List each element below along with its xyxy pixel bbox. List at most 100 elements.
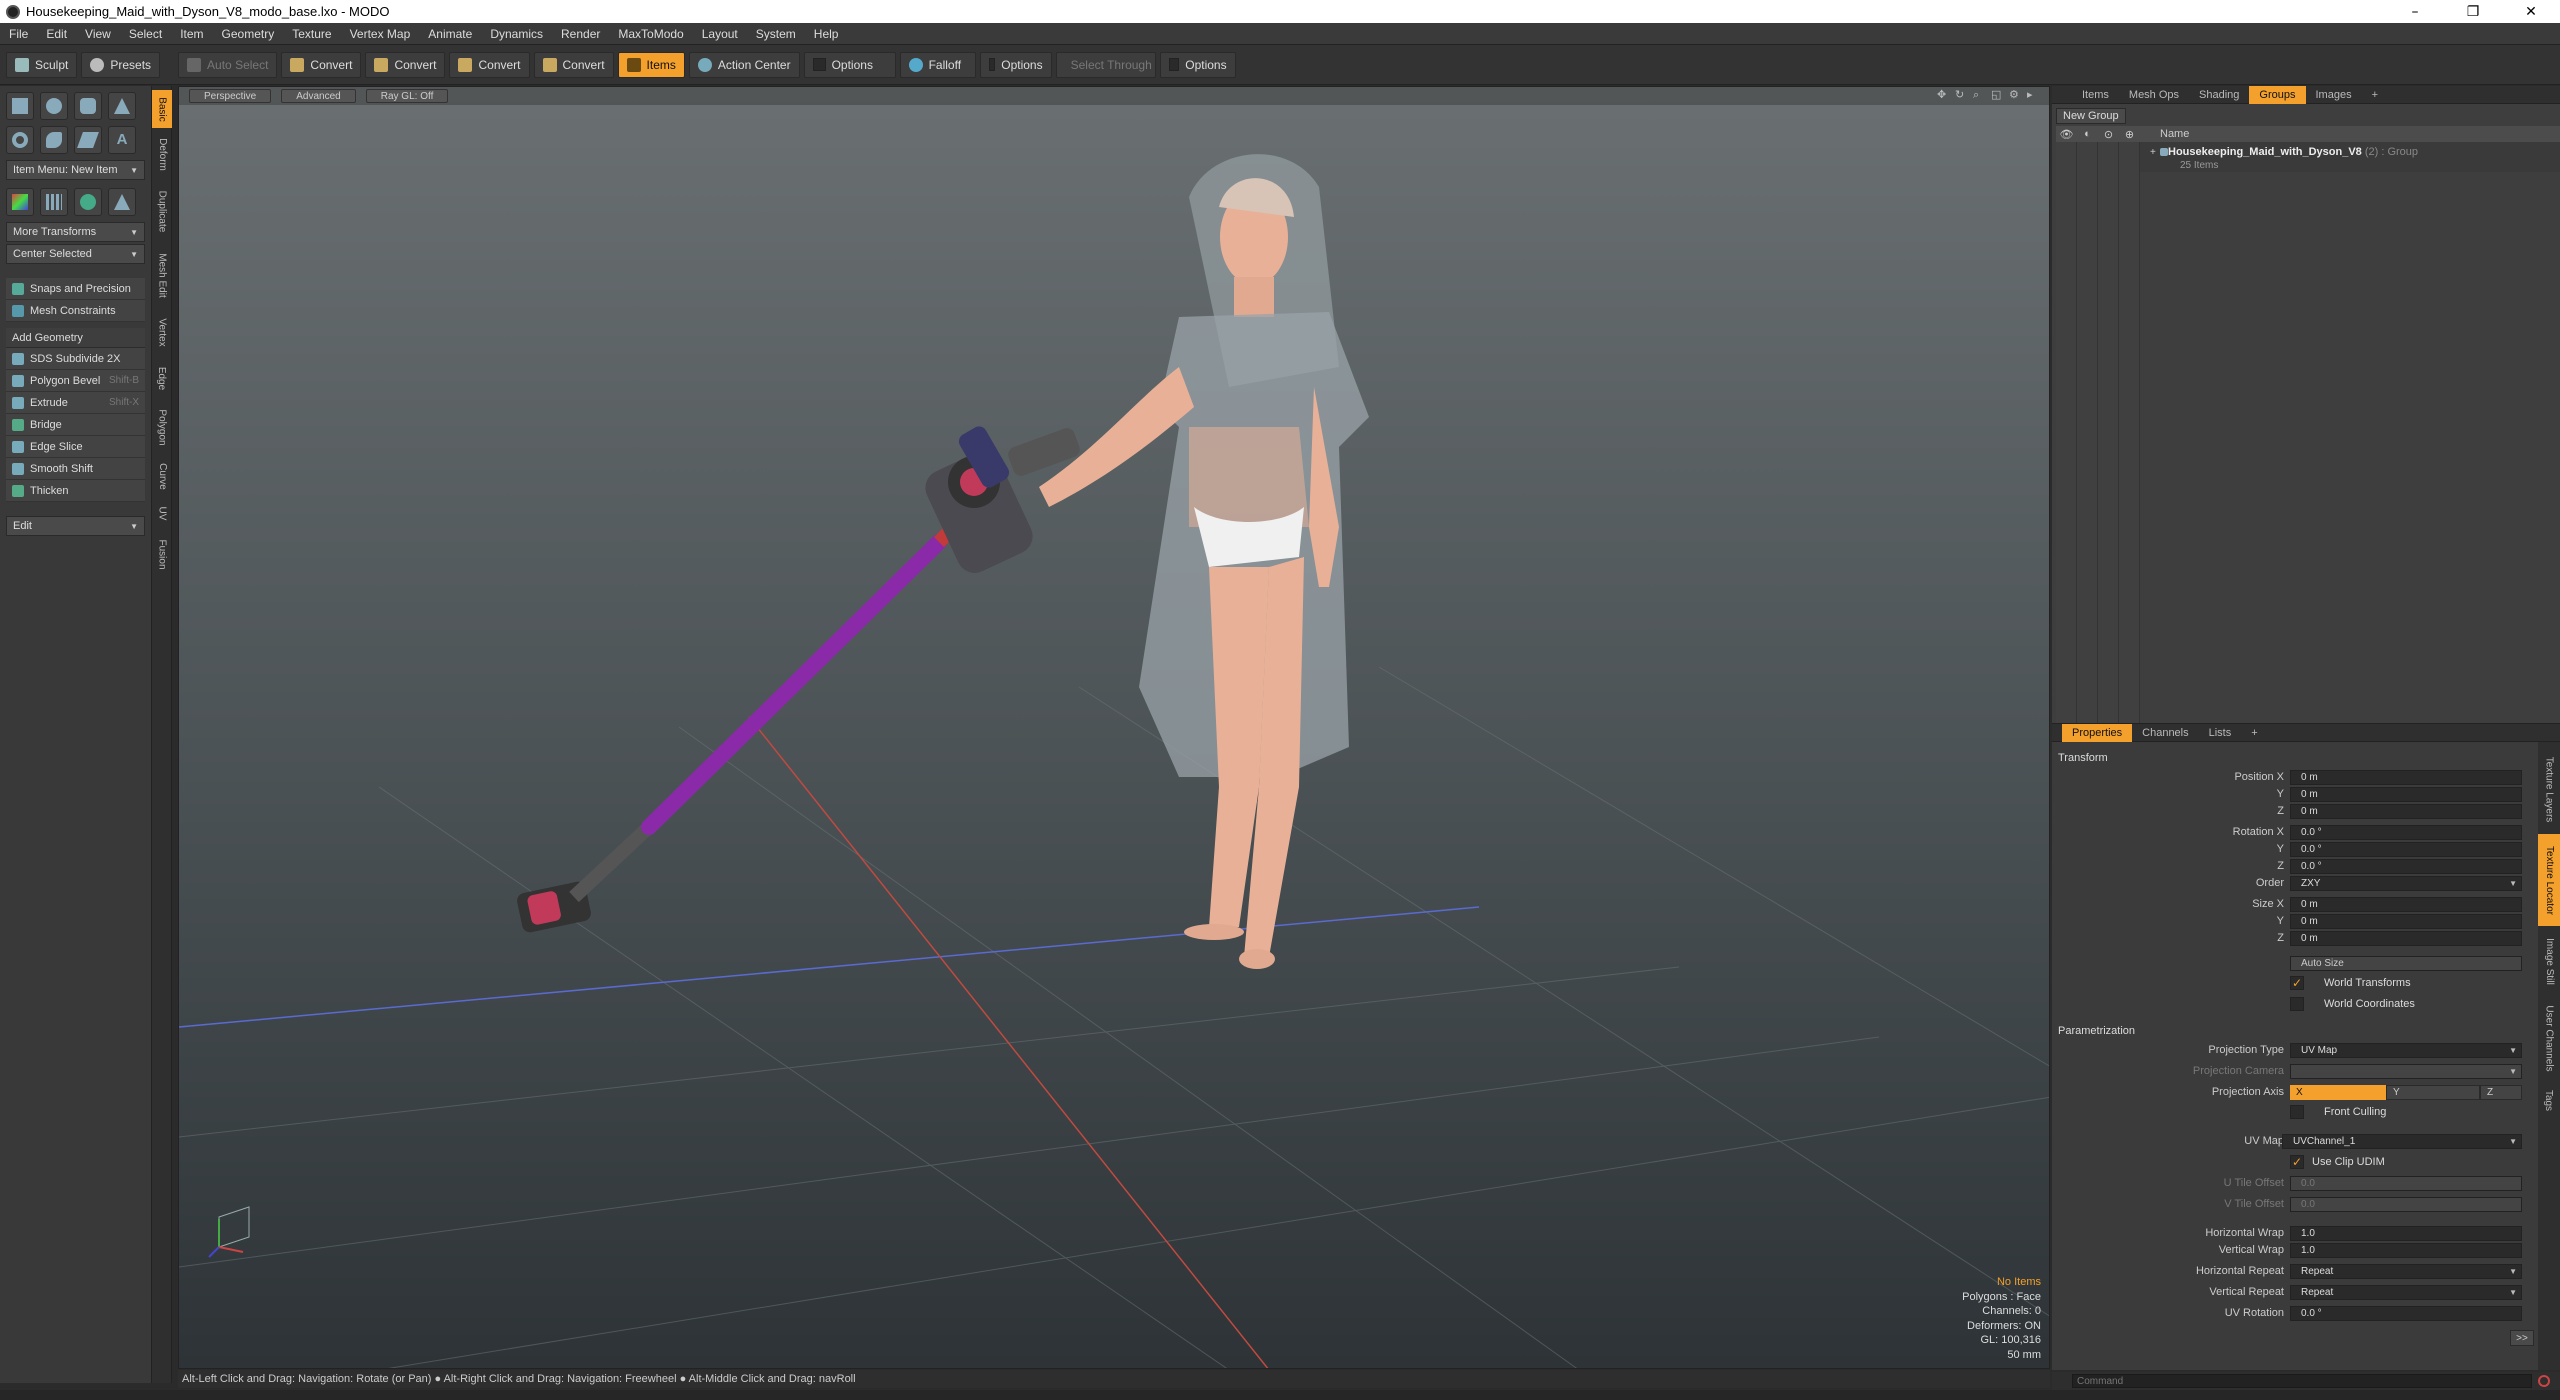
- order-dropdown[interactable]: ZXY ▼: [2290, 875, 2522, 891]
- grid-tool-button[interactable]: [40, 188, 68, 216]
- select-through-options-button[interactable]: Options: [1159, 51, 1236, 78]
- action-center-button[interactable]: Action Center: [688, 51, 800, 78]
- cylinder-tool-button[interactable]: [74, 92, 102, 120]
- advanced-dropdown[interactable]: Advanced: [281, 89, 356, 103]
- auto-size-button[interactable]: Auto Size: [2290, 955, 2522, 971]
- horizontal-wrap-field[interactable]: 1.0: [2290, 1225, 2522, 1241]
- item-menu-dropdown[interactable]: Item Menu: New Item ▼: [6, 160, 145, 180]
- snaps-precision-button[interactable]: Snaps and Precision: [6, 278, 145, 300]
- select-column[interactable]: [2119, 142, 2140, 723]
- size-y-field[interactable]: 0 m: [2290, 913, 2522, 929]
- raygl-dropdown[interactable]: Ray GL: Off: [365, 89, 449, 103]
- tab-basic[interactable]: Basic: [152, 90, 172, 128]
- size-z-field[interactable]: 0 m: [2290, 930, 2522, 946]
- scale-tool-button[interactable]: [108, 188, 136, 216]
- tool-polygon-bevel[interactable]: Polygon Bevel Shift-B: [6, 370, 145, 392]
- vertical-repeat-dropdown[interactable]: Repeat ▼: [2290, 1284, 2522, 1300]
- sphere-tool-button[interactable]: [40, 92, 68, 120]
- options-checkbox[interactable]: [812, 58, 826, 71]
- maximize-button[interactable]: ❐: [2444, 0, 2502, 23]
- view-settings-icon[interactable]: ⚙: [2009, 89, 2021, 101]
- tool-edge-slice[interactable]: Edge Slice: [6, 436, 145, 458]
- projection-type-dropdown[interactable]: UV Map ▼: [2290, 1042, 2522, 1058]
- globe-tool-button[interactable]: [74, 188, 102, 216]
- world-coordinates-checkbox[interactable]: [2290, 997, 2304, 1011]
- menu-item[interactable]: Item: [171, 23, 212, 45]
- tab-texture-locator[interactable]: Texture Locator: [2538, 834, 2560, 926]
- new-group-button[interactable]: New Group: [2056, 108, 2126, 124]
- uv-map-dropdown[interactable]: UVChannel_1 ▼: [2282, 1133, 2522, 1149]
- rotation-y-field[interactable]: 0.0 °: [2290, 841, 2522, 857]
- falloff-options-button[interactable]: Options: [979, 51, 1052, 78]
- lock-column[interactable]: [2098, 142, 2119, 723]
- transform-tool-button[interactable]: [6, 188, 34, 216]
- menu-geometry[interactable]: Geometry: [213, 23, 284, 45]
- items-mode-button[interactable]: Items: [617, 51, 685, 78]
- 3d-viewport[interactable]: Perspective Advanced Ray GL: Off ✥ ↻ ⌕ ◱…: [178, 86, 2050, 1369]
- action-center-options-button[interactable]: Options: [803, 51, 896, 78]
- cone-tool-button[interactable]: [108, 92, 136, 120]
- move-view-icon[interactable]: ✥: [1937, 89, 1949, 101]
- options-checkbox[interactable]: [988, 58, 996, 71]
- tool-extrude[interactable]: Extrude Shift-X: [6, 392, 145, 414]
- v-tile-offset-field[interactable]: 0.0: [2290, 1196, 2522, 1212]
- tab-user-channels[interactable]: User Channels: [2538, 996, 2560, 1080]
- more-properties-button[interactable]: >>: [2510, 1330, 2534, 1346]
- convert-materials-button[interactable]: Convert: [533, 51, 614, 78]
- edit-dropdown[interactable]: Edit ▼: [6, 516, 145, 536]
- mesh-constraints-button[interactable]: Mesh Constraints: [6, 300, 145, 322]
- menu-view[interactable]: View: [76, 23, 120, 45]
- tab-mesh-edit[interactable]: Mesh Edit: [152, 244, 172, 306]
- tab-shading[interactable]: Shading: [2189, 86, 2249, 104]
- group-row[interactable]: + Housekeeping_Maid_with_Dyson_V8 (2) : …: [2140, 142, 2560, 172]
- cube-tool-button[interactable]: [6, 92, 34, 120]
- visibility-column[interactable]: [2056, 142, 2077, 723]
- tab-vertex[interactable]: Vertex: [152, 308, 172, 356]
- projection-axis-x-button[interactable]: X: [2290, 1084, 2386, 1100]
- menu-layout[interactable]: Layout: [693, 23, 747, 45]
- tab-curve[interactable]: Curve: [152, 456, 172, 496]
- capsule-tool-button[interactable]: [40, 126, 68, 154]
- position-z-field[interactable]: 0 m: [2290, 803, 2522, 819]
- tab-fusion[interactable]: Fusion: [152, 530, 172, 578]
- pen-tool-button[interactable]: [74, 126, 102, 154]
- projection-axis-z-button[interactable]: Z: [2480, 1084, 2522, 1100]
- menu-dynamics[interactable]: Dynamics: [481, 23, 552, 45]
- tab-edge[interactable]: Edge: [152, 358, 172, 398]
- uv-rotation-field[interactable]: 0.0 °: [2290, 1305, 2522, 1321]
- perspective-dropdown[interactable]: Perspective: [189, 89, 272, 103]
- tool-thicken[interactable]: Thicken: [6, 480, 145, 502]
- viewport-menu-icon[interactable]: ▸: [2027, 89, 2039, 101]
- tab-channels[interactable]: Channels: [2132, 724, 2198, 742]
- menu-texture[interactable]: Texture: [283, 23, 340, 45]
- torus-tool-button[interactable]: [6, 126, 34, 154]
- menu-maxtomodo[interactable]: MaxToModo: [609, 23, 692, 45]
- minimize-button[interactable]: –: [2386, 0, 2444, 23]
- rotation-z-field[interactable]: 0.0 °: [2290, 858, 2522, 874]
- more-transforms-dropdown[interactable]: More Transforms ▼: [6, 222, 145, 242]
- rotate-view-icon[interactable]: ↻: [1955, 89, 1967, 101]
- tool-smooth-shift[interactable]: Smooth Shift: [6, 458, 145, 480]
- tab-groups[interactable]: Groups: [2249, 85, 2306, 104]
- tab-images[interactable]: Images: [2306, 86, 2362, 104]
- command-input[interactable]: [2072, 1374, 2532, 1388]
- menu-file[interactable]: File: [0, 23, 37, 45]
- add-tab-button[interactable]: +: [2241, 724, 2267, 742]
- menu-edit[interactable]: Edit: [37, 23, 76, 45]
- rotation-x-field[interactable]: 0.0 °: [2290, 824, 2522, 840]
- fit-view-icon[interactable]: ◱: [1991, 89, 2003, 101]
- tab-texture-layers[interactable]: Texture Layers: [2538, 746, 2560, 832]
- text-tool-button[interactable]: A: [108, 126, 136, 154]
- tab-mesh-ops[interactable]: Mesh Ops: [2119, 86, 2189, 104]
- center-selected-dropdown[interactable]: Center Selected ▼: [6, 244, 145, 264]
- add-geometry-header[interactable]: Add Geometry: [6, 328, 145, 348]
- command-history-icon[interactable]: [2538, 1375, 2550, 1387]
- transform-section[interactable]: Transform: [2058, 752, 2108, 764]
- world-transforms-checkbox[interactable]: ✓: [2290, 976, 2304, 990]
- use-clip-udim-checkbox[interactable]: ✓: [2290, 1155, 2304, 1169]
- size-x-field[interactable]: 0 m: [2290, 896, 2522, 912]
- select-through-button[interactable]: Select Through: [1055, 51, 1156, 78]
- tab-properties[interactable]: Properties: [2062, 723, 2133, 742]
- convert-vertices-button[interactable]: Convert: [281, 51, 362, 78]
- menu-select[interactable]: Select: [120, 23, 171, 45]
